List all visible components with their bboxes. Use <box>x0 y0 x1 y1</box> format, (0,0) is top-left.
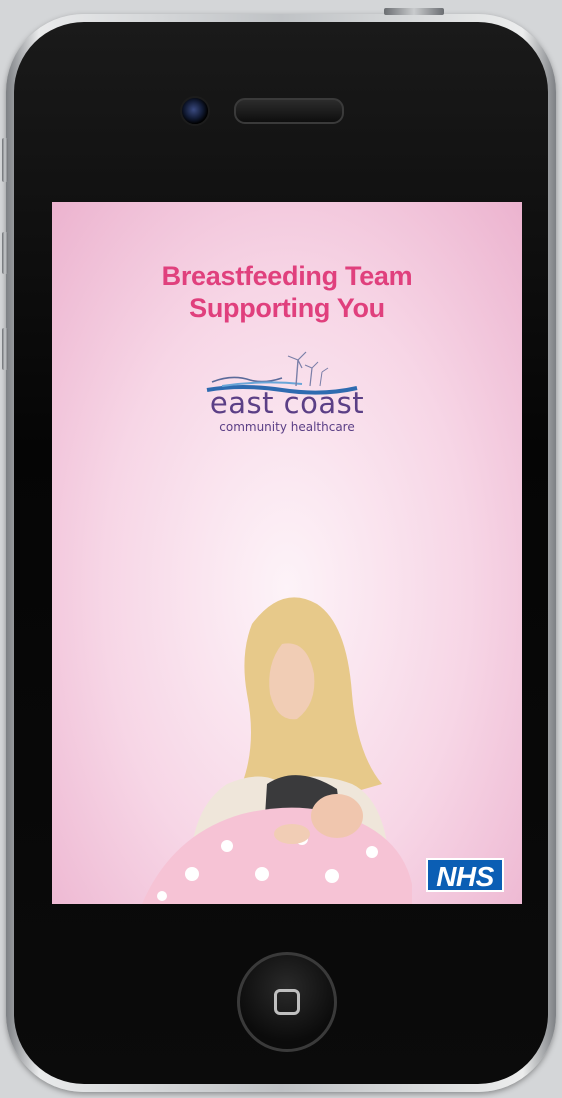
earpiece-speaker-icon <box>234 98 344 124</box>
app-splash-screen[interactable]: Breastfeeding Team Supporting You east c… <box>52 202 522 904</box>
mother-and-baby-photo <box>142 597 412 904</box>
logo-tagline: community healthcare <box>219 420 355 434</box>
ringer-switch[interactable] <box>2 138 8 182</box>
sleep-wake-button[interactable] <box>384 8 444 15</box>
volume-up-button[interactable] <box>2 232 8 274</box>
front-camera-icon <box>180 96 210 126</box>
page-title: Breastfeeding Team Supporting You <box>52 260 522 324</box>
volume-down-button[interactable] <box>2 328 8 370</box>
home-button-icon <box>274 989 300 1015</box>
home-button[interactable] <box>237 952 337 1052</box>
title-line-2: Supporting You <box>189 293 385 323</box>
logo-wordmark: east coast <box>209 386 365 420</box>
nhs-logo: NHS <box>426 858 504 892</box>
title-line-1: Breastfeeding Team <box>161 261 413 291</box>
